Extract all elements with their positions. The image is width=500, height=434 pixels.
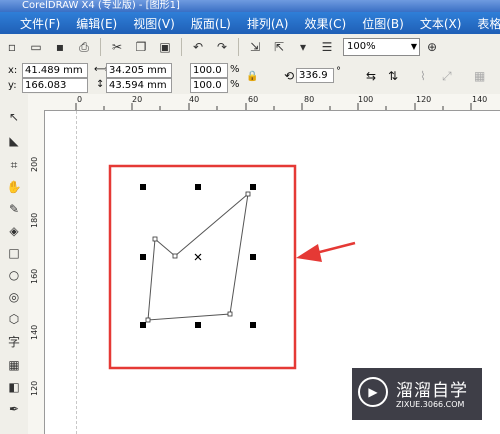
table-tool-icon[interactable]: ▦	[5, 356, 23, 374]
toolbar-separator	[100, 38, 101, 56]
toolbox: ↖ ◣ ⌗ ✋ ✎ ◈ □ ○ ◎ ⬡ 字 ▦ ◧ ✒	[0, 94, 29, 434]
property-bar: x: 41.489 mm y: 166.083 mm ⟷ 34.205 mm ↕…	[0, 60, 500, 104]
ruler-label: 200	[30, 156, 39, 172]
menu-file[interactable]: 文件(F)	[12, 15, 68, 32]
window-title-bar: CorelDRAW X4 (专业版) - [图形1]	[0, 0, 500, 12]
window-title: CorelDRAW X4 (专业版) - [图形1]	[22, 0, 180, 11]
degree-label: °	[336, 66, 341, 77]
percent-x-label: %	[230, 64, 240, 75]
mirror-vertical-icon[interactable]: ⇅	[388, 69, 398, 83]
toolbar-separator	[181, 38, 182, 56]
chevron-down-icon: ▼	[410, 42, 417, 51]
y-label: y:	[8, 80, 17, 91]
menu-view[interactable]: 视图(V)	[125, 15, 183, 32]
menu-text[interactable]: 文本(X)	[412, 15, 470, 32]
ruler-label: 140	[30, 324, 39, 340]
ruler-ticks	[75, 103, 472, 110]
rotation-angle-field[interactable]: 336.9	[296, 68, 334, 83]
blend-tool-icon[interactable]: ◧	[5, 378, 23, 396]
zoom-level-select[interactable]: 100% ▼	[343, 38, 420, 56]
pick-tool-icon[interactable]: ↖	[5, 108, 23, 126]
cut-icon[interactable]: ✂	[108, 38, 126, 56]
redo-icon[interactable]: ↷	[213, 38, 231, 56]
basic-shapes-icon[interactable]: ⬡	[5, 310, 23, 328]
freehand-tool-icon[interactable]: ✎	[5, 200, 23, 218]
copy-icon[interactable]: ❐	[132, 38, 150, 56]
pan-tool-icon[interactable]: ✋	[5, 178, 23, 196]
menu-edit[interactable]: 编辑(E)	[68, 15, 125, 32]
width-field[interactable]: 34.205 mm	[106, 63, 172, 78]
open-folder-icon[interactable]: ▭	[27, 38, 45, 56]
rectangle-tool-icon[interactable]: □	[5, 244, 23, 262]
convert-curves-icon[interactable]: ⤢	[442, 69, 452, 84]
application-launcher-icon[interactable]: ▾	[294, 38, 312, 56]
menu-arrange[interactable]: 排列(A)	[239, 15, 297, 32]
paste-icon[interactable]: ▣	[156, 38, 174, 56]
ruler-label: 160	[30, 268, 39, 284]
mirror-horizontal-icon[interactable]: ⇆	[366, 69, 376, 83]
menu-layout[interactable]: 版面(L)	[183, 15, 239, 32]
menu-bitmaps[interactable]: 位图(B)	[354, 15, 412, 32]
toolbar-separator	[238, 38, 239, 56]
menu-bar: 文件(F) 编辑(E) 视图(V) 版面(L) 排列(A) 效果(C) 位图(B…	[0, 12, 500, 34]
ruler-label: 180	[30, 212, 39, 228]
arrange-icon[interactable]: ▦	[474, 69, 485, 83]
horizontal-ruler[interactable]: 0 20 40 60 80 100 120 140	[28, 94, 500, 111]
crop-tool-icon[interactable]: ⌗	[5, 156, 23, 174]
page-border	[76, 111, 77, 434]
x-position-field[interactable]: 41.489 mm	[22, 63, 88, 78]
watermark-url: ZIXUE.3066.COM	[396, 400, 465, 409]
lock-ratio-icon[interactable]: 🔒	[246, 71, 258, 82]
scale-x-field[interactable]: 100.0	[190, 63, 228, 78]
ruler-label: 120	[30, 380, 39, 396]
scale-y-field[interactable]: 100.0	[190, 78, 228, 93]
percent-y-label: %	[230, 79, 240, 90]
spiral-tool-icon[interactable]: ◎	[5, 288, 23, 306]
x-label: x:	[8, 65, 18, 76]
break-apart-icon[interactable]: ⌇	[420, 69, 426, 83]
new-document-icon[interactable]: ▫	[3, 38, 21, 56]
welcome-screen-icon[interactable]: ☰	[318, 38, 336, 56]
undo-icon[interactable]: ↶	[189, 38, 207, 56]
menu-effects[interactable]: 效果(C)	[296, 15, 354, 32]
rotation-icon: ⟲	[284, 69, 295, 83]
save-icon[interactable]: ▪	[51, 38, 69, 56]
shape-tool-icon[interactable]: ◣	[5, 132, 23, 150]
text-tool-icon[interactable]: 字	[5, 332, 23, 350]
export-icon[interactable]: ⇱	[270, 38, 288, 56]
watermark-name: 溜溜自学	[396, 381, 468, 401]
height-icon: ↕	[96, 79, 105, 90]
height-field[interactable]: 43.594 mm	[106, 78, 172, 93]
ellipse-tool-icon[interactable]: ○	[5, 266, 23, 284]
watermark: ▶ 溜溜自学 ZIXUE.3066.COM	[352, 368, 482, 420]
print-icon[interactable]: ⎙	[75, 38, 93, 56]
standard-toolbar: ▫ ▭ ▪ ⎙ ✂ ❐ ▣ ↶ ↷ ⇲ ⇱ ▾ ☰ 100% ▼ ⊕	[0, 34, 500, 61]
zoom-icon[interactable]: ⊕	[423, 38, 441, 56]
play-logo-icon: ▶	[358, 377, 388, 407]
vertical-ruler[interactable]: 200 180 160 140 120	[28, 110, 45, 434]
import-icon[interactable]: ⇲	[246, 38, 264, 56]
zoom-value: 100%	[347, 41, 376, 52]
y-position-field[interactable]: 166.083 mm	[22, 78, 88, 104]
menu-table[interactable]: 表格(T)	[469, 15, 500, 32]
eyedropper-tool-icon[interactable]: ✒	[5, 400, 23, 418]
smart-fill-icon[interactable]: ◈	[5, 222, 23, 240]
